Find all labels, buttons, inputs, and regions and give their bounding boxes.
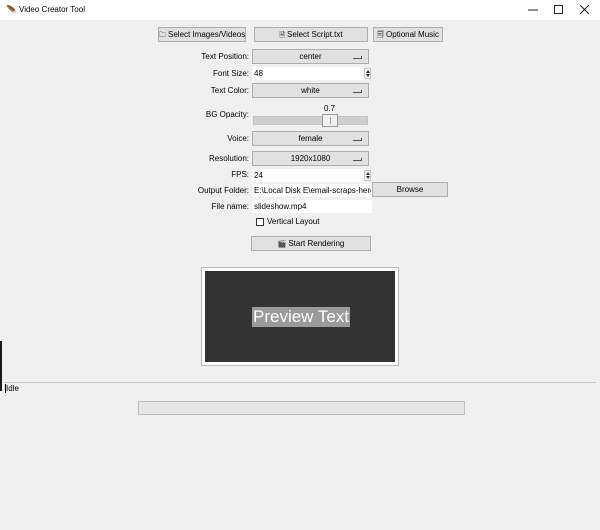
output-folder-label: Output Folder: [197,186,249,195]
status-bar [4,382,596,393]
close-icon [580,5,590,15]
select-script-button[interactable]: 🗎 Select Script.txt [254,27,368,42]
folder-icon: 🗀 [159,32,166,39]
clapperboard-icon: 🎬 [277,241,287,248]
select-images-videos-label: Select Images/Videos [168,30,246,39]
maximize-icon [554,5,563,14]
font-size-label: Font Size: [212,69,249,78]
window-title: Video Creator Tool [19,5,85,14]
title-bar: 🪶 Video Creator Tool [0,0,600,20]
spin-up-icon [366,172,370,175]
fps-spinbox[interactable]: 24 [252,169,364,182]
spin-down-icon [366,74,370,77]
window-edge-bar [0,341,2,391]
resolution-label: Resolution: [208,154,249,163]
minimize-icon [528,9,538,11]
resolution-value: 1920x1080 [290,154,331,163]
font-size-spinbox[interactable]: 48 [252,67,364,80]
text-position-value: center [299,52,322,61]
vertical-layout-checkbox[interactable] [256,218,264,226]
file-name-input[interactable]: slideshow.mp4 [252,200,372,213]
document-icon: 🗎 [279,32,286,39]
select-script-label: Select Script.txt [287,30,343,39]
dropdown-arrow-icon [353,90,362,93]
file-name-label: File name: [211,202,249,211]
text-position-label: Text Position: [201,52,249,61]
fps-label: FPS: [231,170,249,179]
optional-music-button[interactable]: 🗐 Optional Music [373,27,443,42]
bg-opacity-slider[interactable] [253,114,368,127]
spin-up-icon [366,70,370,73]
select-images-videos-button[interactable]: 🗀 Select Images/Videos [158,27,246,42]
slider-thumb[interactable] [322,114,338,127]
dropdown-arrow-icon [353,138,362,141]
font-size-spin-arrows[interactable] [364,68,371,79]
dropdown-arrow-icon [353,158,362,161]
progress-bar [138,401,465,415]
voice-select[interactable]: female [252,131,369,146]
status-text: Idle [6,384,19,393]
bg-opacity-label: BG Opacity: [205,110,249,119]
start-rendering-button[interactable]: 🎬 Start Rendering [251,236,371,251]
text-color-select[interactable]: white [252,83,369,98]
resolution-select[interactable]: 1920x1080 [252,151,369,166]
start-rendering-label: Start Rendering [288,239,345,248]
text-position-select[interactable]: center [252,49,369,64]
preview-text: Preview Text [252,307,351,327]
fps-spin-arrows[interactable] [364,170,371,181]
preview-frame: Preview Text [201,267,399,366]
music-file-icon: 🗐 [377,32,385,39]
spin-down-icon [366,176,370,179]
voice-label: Voice: [227,134,249,143]
bg-opacity-value: 0.7 [324,104,336,113]
optional-music-label: Optional Music [386,30,439,39]
preview-canvas: Preview Text [205,271,395,362]
close-button[interactable] [568,0,600,20]
text-color-label: Text Color: [210,86,249,95]
feather-icon: 🪶 [6,5,18,15]
dropdown-arrow-icon [353,56,362,59]
text-color-value: white [301,86,320,95]
voice-value: female [298,134,323,143]
browse-button[interactable]: Browse [372,182,448,197]
vertical-layout-label: Vertical Layout [267,217,320,226]
output-folder-input[interactable]: E:\Local Disk E\email-scraps-here\ [252,184,372,197]
